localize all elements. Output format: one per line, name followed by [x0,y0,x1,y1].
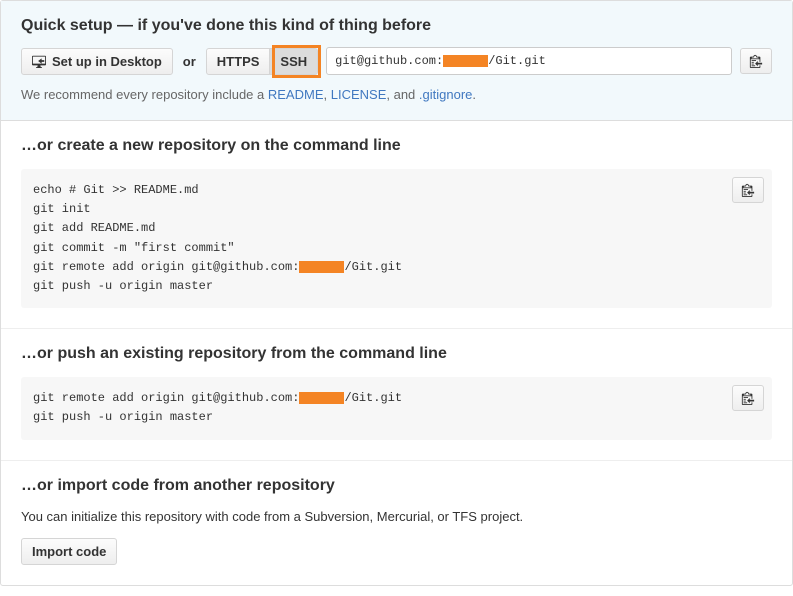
code-line: git push -u origin master [33,408,760,427]
clipboard-icon [741,391,755,405]
push-repo-code: git remote add origin git@github.com:/Gi… [21,377,772,439]
protocol-toggle: HTTPS SSH [206,48,318,75]
code-line: git push -u origin master [33,277,760,296]
code-line: echo # Git >> README.md [33,181,760,200]
code-line: git remote add origin git@github.com:/Gi… [33,389,760,408]
code-line: git commit -m "first commit" [33,239,760,258]
push-repo-section: …or push an existing repository from the… [1,329,792,460]
https-toggle[interactable]: HTTPS [206,48,271,75]
import-repo-text: You can initialize this repository with … [21,509,772,524]
license-link[interactable]: LICENSE [331,87,387,102]
create-repo-section: …or create a new repository on the comma… [1,121,792,329]
setup-row: Set up in Desktop or HTTPS SSH git@githu… [21,47,772,75]
clipboard-icon [749,54,763,68]
desktop-icon [32,54,46,68]
gitignore-link[interactable]: .gitignore [419,87,472,102]
quick-setup-section: Quick setup — if you've done this kind o… [1,1,792,121]
setup-desktop-label: Set up in Desktop [52,54,162,69]
ssh-toggle[interactable]: SSH [269,48,318,75]
copy-url-button[interactable] [740,48,772,74]
import-repo-heading: …or import code from another repository [21,477,772,495]
clipboard-icon [741,183,755,197]
readme-link[interactable]: README [268,87,324,102]
copy-create-button[interactable] [732,177,764,203]
create-repo-code: echo # Git >> README.md git init git add… [21,169,772,308]
clone-url-input[interactable]: git@github.com:/Git.git [326,47,732,75]
or-text: or [181,54,198,69]
push-repo-heading: …or push an existing repository from the… [21,345,772,363]
import-code-button[interactable]: Import code [21,538,117,565]
recommend-text: We recommend every repository include a … [21,87,772,102]
quick-setup-heading: Quick setup — if you've done this kind o… [21,17,772,35]
code-line: git remote add origin git@github.com:/Gi… [33,258,760,277]
redacted-username [299,261,344,273]
code-line: git init [33,200,760,219]
redacted-username [443,55,488,67]
setup-desktop-button[interactable]: Set up in Desktop [21,48,173,75]
redacted-username [299,392,344,404]
code-line: git add README.md [33,219,760,238]
copy-push-button[interactable] [732,385,764,411]
import-repo-section: …or import code from another repository … [1,461,792,585]
create-repo-heading: …or create a new repository on the comma… [21,137,772,155]
